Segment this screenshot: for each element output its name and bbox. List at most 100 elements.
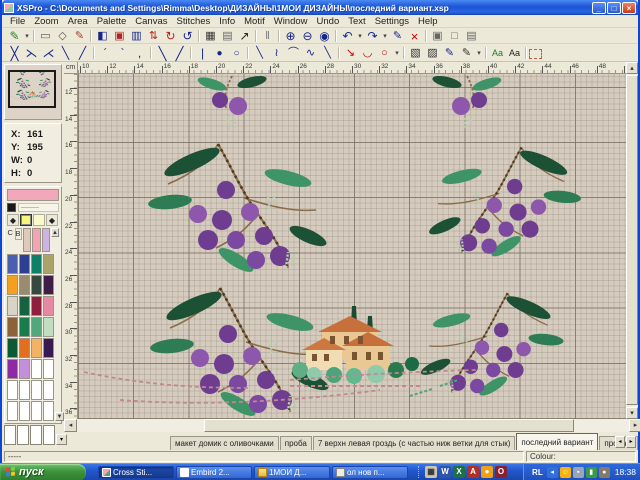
task-button[interactable]: Cross Sti... bbox=[98, 466, 174, 479]
palette-swatch[interactable] bbox=[19, 380, 30, 400]
palette-swatch[interactable] bbox=[7, 338, 18, 358]
minimize-button[interactable]: _ bbox=[592, 2, 606, 14]
excel-icon[interactable]: X bbox=[453, 466, 465, 478]
page-preview-tool[interactable]: ▤ bbox=[219, 29, 236, 43]
palette-swatch[interactable] bbox=[43, 380, 54, 400]
text-tool[interactable]: Aa bbox=[506, 46, 523, 60]
horizontal-scroll-thumb[interactable] bbox=[204, 419, 574, 432]
palette-swatch[interactable] bbox=[31, 359, 42, 379]
color-b-swatch[interactable] bbox=[33, 214, 45, 226]
symbol-field[interactable]: --------- bbox=[18, 203, 59, 212]
palette-swatch[interactable] bbox=[19, 275, 30, 295]
palette-swatch[interactable] bbox=[7, 275, 18, 295]
zoom-actual-tool[interactable]: ◉ bbox=[316, 29, 333, 43]
bead-tool-filled[interactable]: ● bbox=[211, 46, 228, 60]
sheet-tab[interactable]: последний вариант bbox=[516, 433, 598, 450]
palette-swatch[interactable] bbox=[7, 380, 18, 400]
backstitch-wave-tool[interactable]: ∿ bbox=[302, 46, 319, 60]
palette-current-swatch[interactable] bbox=[32, 228, 41, 252]
pointer-tool[interactable]: ↗ bbox=[236, 29, 253, 43]
undo-tool[interactable]: ↶ bbox=[339, 29, 356, 43]
delete-tool[interactable]: × bbox=[406, 29, 423, 43]
palette-swatch[interactable] bbox=[19, 254, 30, 274]
network-tray-icon[interactable]: ● bbox=[599, 467, 610, 478]
volume-tray-icon[interactable]: ▪ bbox=[573, 467, 584, 478]
recent-color-box[interactable] bbox=[43, 425, 55, 445]
polygon-select-tool[interactable]: ◇ bbox=[54, 29, 71, 43]
recent-color-box[interactable] bbox=[17, 425, 29, 445]
start-button[interactable]: пуск bbox=[0, 464, 86, 480]
palette-swatch[interactable] bbox=[43, 296, 54, 316]
backstitch-half-tool[interactable]: ╲ bbox=[154, 46, 171, 60]
color-a-swatch[interactable] bbox=[20, 214, 32, 226]
copy-design-tool[interactable]: ▣ bbox=[429, 29, 446, 43]
update-tray-icon[interactable]: ▮ bbox=[586, 467, 597, 478]
palette-swatch[interactable] bbox=[31, 296, 42, 316]
task-button[interactable]: ол нов п... bbox=[332, 466, 408, 479]
palette-current-swatch[interactable] bbox=[42, 228, 51, 252]
menu-window[interactable]: Window bbox=[270, 16, 312, 27]
palette-swatch[interactable] bbox=[31, 380, 42, 400]
palette-swatch[interactable] bbox=[19, 317, 30, 337]
three-quarter-stitch-tool-1[interactable]: ⋋ bbox=[23, 46, 40, 60]
fabric-count-tool[interactable]: ▧ bbox=[407, 46, 424, 60]
vertical-scroll-thumb[interactable] bbox=[626, 75, 638, 405]
menu-file[interactable]: File bbox=[6, 16, 29, 27]
redo-tool[interactable]: ↷ bbox=[364, 29, 381, 43]
draw-pencil-caret[interactable]: ▾ bbox=[23, 29, 31, 43]
palette-swatch[interactable] bbox=[43, 359, 54, 379]
new-page-tool[interactable]: □ bbox=[446, 29, 463, 43]
draw-pencil-tool[interactable]: ✎ bbox=[6, 29, 23, 43]
close-button[interactable]: × bbox=[622, 2, 636, 14]
backstitch-forward-tool[interactable]: ╱ bbox=[171, 46, 188, 60]
quarter-stitch-tool[interactable]: ╱ bbox=[74, 46, 91, 60]
palette-current-swatch[interactable] bbox=[23, 228, 32, 252]
redo-caret[interactable]: ▾ bbox=[381, 29, 389, 43]
special-stitch-line-tool[interactable]: ↘ bbox=[342, 46, 359, 60]
pattern-preview[interactable] bbox=[4, 64, 62, 120]
current-color-swatch[interactable] bbox=[7, 189, 59, 201]
pencil-navy-tool[interactable]: ✎ bbox=[441, 46, 458, 60]
palette-swatch[interactable] bbox=[31, 401, 42, 421]
horizontal-scrollbar[interactable]: ◂ ▸ bbox=[64, 419, 640, 432]
notes-tool[interactable]: ▤ bbox=[463, 29, 480, 43]
palette-swatch[interactable] bbox=[31, 338, 42, 358]
half-stitch-tool[interactable]: ╲ bbox=[57, 46, 74, 60]
menu-motif[interactable]: Motif bbox=[240, 16, 269, 27]
palette-swatch[interactable] bbox=[7, 296, 18, 316]
zoom-in-tool[interactable]: ⊕ bbox=[282, 29, 299, 43]
edit-stitch-tool[interactable]: ✎ bbox=[389, 29, 406, 43]
palette-swatch[interactable] bbox=[19, 338, 30, 358]
undo-caret[interactable]: ▾ bbox=[356, 29, 364, 43]
palette-swatch[interactable] bbox=[43, 275, 54, 295]
palette-scrollbar[interactable]: ▼ bbox=[55, 254, 64, 421]
restore-button[interactable]: □ bbox=[607, 2, 621, 14]
task-button[interactable]: Embird 2... bbox=[176, 466, 252, 479]
bead-tool-hollow[interactable]: ○ bbox=[228, 46, 245, 60]
fabric-color-tool[interactable]: ▨ bbox=[424, 46, 441, 60]
qip-tray-icon[interactable]: ☺ bbox=[560, 467, 571, 478]
stitch-canvas[interactable] bbox=[78, 74, 630, 419]
palette-swatch[interactable] bbox=[43, 338, 54, 358]
msn-tray-icon[interactable]: ◂ bbox=[547, 467, 558, 478]
scroll-right-button[interactable]: ▸ bbox=[629, 419, 640, 432]
menu-text[interactable]: Text bbox=[344, 16, 369, 27]
marker-color-swatch[interactable] bbox=[7, 203, 16, 212]
petite-stitch-tool-1[interactable]: ´ bbox=[97, 46, 114, 60]
palette-swatch[interactable] bbox=[7, 254, 18, 274]
grid-view-tool[interactable]: ▦ bbox=[202, 29, 219, 43]
recent-color-box[interactable] bbox=[30, 425, 42, 445]
palette-swatch[interactable] bbox=[31, 254, 42, 274]
palette-swatch[interactable] bbox=[7, 359, 18, 379]
sheet-tab[interactable]: проба bbox=[280, 436, 312, 450]
task-button[interactable]: 1МОИ Д... bbox=[254, 466, 330, 479]
palette-swatch[interactable] bbox=[31, 275, 42, 295]
zoom-out-tool[interactable]: ⊖ bbox=[299, 29, 316, 43]
pencil-caret[interactable]: ▾ bbox=[475, 46, 483, 60]
menu-palette[interactable]: Palette bbox=[93, 16, 131, 27]
word-icon[interactable]: W bbox=[439, 466, 451, 478]
recent-colors-dropdown[interactable]: ▾ bbox=[56, 434, 67, 445]
palette-swatch[interactable] bbox=[43, 317, 54, 337]
tabs-scroll-left-button[interactable]: ◂ bbox=[615, 436, 625, 448]
motif-copy-tool[interactable]: ▣ bbox=[111, 29, 128, 43]
